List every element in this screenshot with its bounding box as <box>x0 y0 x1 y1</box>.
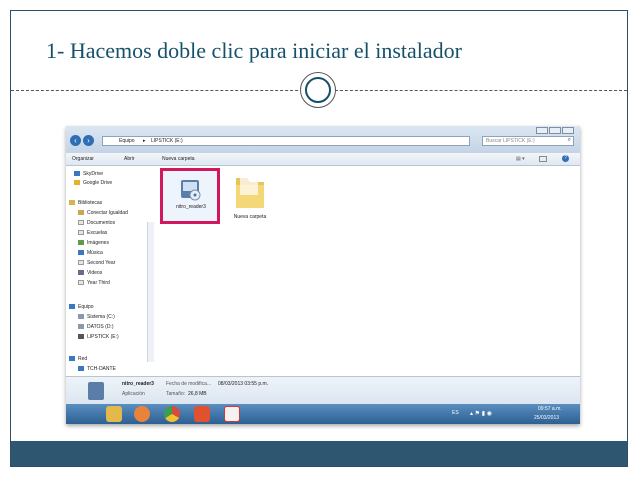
nav-item-drive[interactable]: Sistema (C:) <box>78 314 115 320</box>
nav-item-drive[interactable]: DATOS (D:) <box>78 324 113 330</box>
clock-date[interactable]: 25/03/2013 <box>534 415 559 421</box>
help-icon[interactable]: ? <box>562 155 569 162</box>
nav-item-library[interactable]: Escuelas <box>78 230 107 236</box>
command-toolbar: Organizar Abrir Nueva carpeta ▤ ▾ ? <box>66 153 580 166</box>
details-file-type: Aplicación <box>122 391 145 397</box>
media-player-icon[interactable] <box>134 406 150 422</box>
tray-icons[interactable]: ▴ ⚑ ▮ ◉ <box>470 410 492 417</box>
clock-time[interactable]: 09:57 a.m. <box>538 406 562 412</box>
breadcrumb-separator: ▸ <box>143 138 146 144</box>
nav-item-library[interactable]: Documentos <box>78 220 115 226</box>
nav-item-libraries[interactable]: Bibliotecas <box>69 200 102 206</box>
nav-item-library[interactable]: Second Year <box>78 260 115 266</box>
minimize-button[interactable] <box>536 127 548 134</box>
nav-item-library[interactable]: Imágenes <box>78 240 109 246</box>
videos-icon <box>78 270 84 276</box>
forward-button[interactable]: › <box>83 135 94 146</box>
pictures-icon <box>78 240 84 246</box>
navigation-pane: SkyDrive Google Drive Bibliotecas Conect… <box>66 166 154 376</box>
computer-icon <box>78 366 84 372</box>
new-folder-button[interactable]: Nueva carpeta <box>162 156 195 162</box>
installer-icon <box>181 180 201 201</box>
app-taskbar-icon[interactable] <box>224 406 240 422</box>
details-file-name: nitro_reader3 <box>122 381 154 387</box>
nav-item-library[interactable]: Música <box>78 250 103 256</box>
language-indicator[interactable]: ES <box>452 410 459 416</box>
folder-icon <box>78 230 84 236</box>
folder-icon <box>78 260 84 266</box>
address-input[interactable]: Equipo ▸ LIPSTICK (E:) <box>102 136 470 146</box>
slide-footer-bar <box>11 441 627 466</box>
nav-item-network[interactable]: Red <box>69 356 87 362</box>
explorer-screenshot: ‹ › Equipo ▸ LIPSTICK (E:) Buscar LIPSTI… <box>66 126 580 424</box>
maximize-button[interactable] <box>549 127 561 134</box>
preview-pane-icon[interactable] <box>539 156 547 162</box>
drive-icon <box>74 180 80 186</box>
breadcrumb-equipo[interactable]: Equipo <box>119 138 135 144</box>
nav-item-drive[interactable]: LIPSTICK (E:) <box>78 334 119 340</box>
divider-circle-ornament <box>300 72 336 108</box>
folder-icon <box>78 210 84 216</box>
file-name: Nueva carpeta <box>233 214 267 220</box>
drive-icon <box>78 314 84 320</box>
folder-icon <box>78 280 84 286</box>
back-button[interactable]: ‹ <box>70 135 81 146</box>
file-name: nitro_reader3 <box>176 204 206 210</box>
details-modified-value: 08/03/2013 03:55 p.m. <box>218 381 269 387</box>
nav-scrollbar[interactable] <box>147 222 154 362</box>
powerpoint-icon[interactable] <box>194 406 210 422</box>
address-bar-area: ‹ › Equipo ▸ LIPSTICK (E:) Buscar LIPSTI… <box>66 126 580 153</box>
view-options-icon[interactable]: ▤ ▾ <box>516 156 525 162</box>
installer-icon <box>88 382 104 400</box>
search-input[interactable]: Buscar LIPSTICK (E:) ⌕ <box>482 136 574 146</box>
cloud-icon <box>74 171 80 177</box>
slide: 1- Hacemos doble clic para iniciar el in… <box>0 0 638 479</box>
details-modified-label: Fecha de modifica... <box>166 381 212 387</box>
details-pane: nitro_reader3 Aplicación Fecha de modifi… <box>66 376 580 405</box>
music-icon <box>78 250 84 256</box>
folder-icon <box>236 175 264 208</box>
nav-item-google-drive[interactable]: Google Drive <box>74 180 112 186</box>
taskbar: ES ▴ ⚑ ▮ ◉ 09:57 a.m. 25/03/2013 <box>66 404 580 424</box>
drive-icon <box>78 324 84 330</box>
nav-item-library[interactable]: Conectar Igualdad <box>78 210 128 216</box>
nav-item-library[interactable]: Videos <box>78 270 102 276</box>
documents-icon <box>78 220 84 226</box>
usb-drive-icon <box>78 334 84 340</box>
breadcrumb-drive[interactable]: LIPSTICK (E:) <box>151 138 183 144</box>
nav-item-library[interactable]: Year Third <box>78 280 110 286</box>
organize-button[interactable]: Organizar <box>72 156 94 162</box>
close-button[interactable] <box>562 127 574 134</box>
nav-item-computer[interactable]: Equipo <box>69 304 94 310</box>
open-button[interactable]: Abrir <box>124 156 135 162</box>
computer-icon <box>69 304 75 310</box>
file-item-nueva-carpeta[interactable]: Nueva carpeta <box>224 172 276 220</box>
network-icon <box>69 356 75 362</box>
nav-item-skydrive[interactable]: SkyDrive <box>74 171 103 177</box>
slide-title: 1- Hacemos doble clic para iniciar el in… <box>46 38 462 63</box>
search-placeholder: Buscar LIPSTICK (E:) <box>486 138 535 144</box>
chrome-icon[interactable] <box>164 406 180 422</box>
nav-item-network-pc[interactable]: TCH-DANTE <box>78 366 116 372</box>
folder-taskbar-icon[interactable] <box>106 406 122 422</box>
details-size-label: Tamaño: <box>166 391 186 397</box>
library-icon <box>69 200 75 206</box>
search-icon: ⌕ <box>567 137 571 143</box>
file-item-nitro-reader[interactable]: nitro_reader3 <box>164 178 218 210</box>
details-size-value: 26,8 MB <box>188 391 207 397</box>
